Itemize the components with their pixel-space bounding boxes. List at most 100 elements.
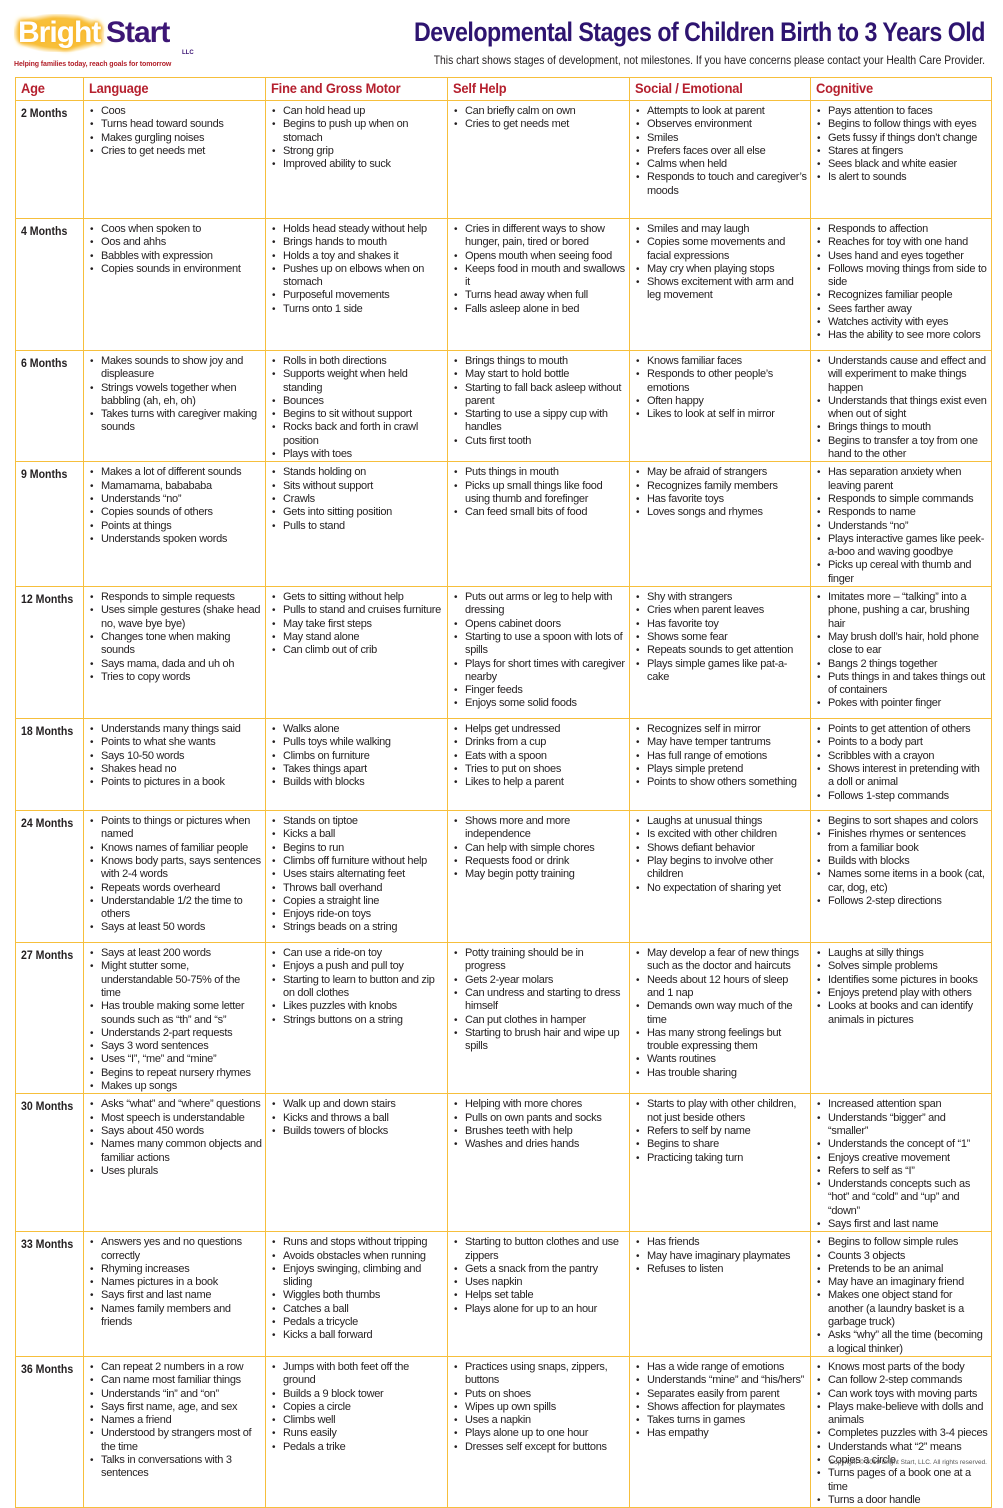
list-item: Finger feeds xyxy=(454,684,626,698)
language-cell: Responds to simple requestsUses simple g… xyxy=(83,586,266,720)
age-label: 9 Months xyxy=(21,467,68,482)
bullet-list: Can briefly calm on ownCries to get need… xyxy=(451,105,626,132)
list-item: Jumps with both feet off the ground xyxy=(272,1361,444,1388)
list-item: Puts things in and takes things out of c… xyxy=(817,671,988,698)
list-item: Turns onto 1 side xyxy=(272,303,444,317)
list-item: Holds head steady without help xyxy=(272,223,444,237)
list-item: Shows more and more independence xyxy=(454,815,626,842)
list-item: Rhyming increases xyxy=(90,1263,262,1277)
list-item: Puts on shoes xyxy=(454,1388,626,1402)
list-item: Refers to self as “I” xyxy=(817,1165,988,1179)
social-emotional-cell: Recognizes self in mirrorMay have temper… xyxy=(629,718,811,812)
age-label: 33 Months xyxy=(21,1237,74,1252)
list-item: Has full range of emotions xyxy=(636,750,807,764)
bullet-list: Imitates more – “talking” into a phone, … xyxy=(814,591,988,711)
motor-cell: Stands holding onSits without supportCra… xyxy=(265,461,448,588)
list-item: Follows 1-step commands xyxy=(817,790,988,804)
bullet-list: Walks alonePulls toys while walkingClimb… xyxy=(269,723,444,790)
list-item: Changes tone when making sounds xyxy=(90,631,262,658)
list-item: Builds a 9 block tower xyxy=(272,1388,444,1402)
list-item: Plays for short times with caregiver nea… xyxy=(454,658,626,685)
motor-cell: Jumps with both feet off the groundBuild… xyxy=(265,1355,448,1508)
list-item: Names many common objects and familiar a… xyxy=(90,1138,262,1165)
list-item: Babbles with expression xyxy=(90,250,262,264)
list-item: Gets fussy if things don’t change xyxy=(817,132,988,146)
age-cell: 2 Months xyxy=(15,100,84,219)
list-item: Understands “in” and “on” xyxy=(90,1388,262,1402)
list-item: May have temper tantrums xyxy=(636,736,807,750)
cognitive-cell: Imitates more – “talking” into a phone, … xyxy=(810,586,992,720)
list-item: Pokes with pointer finger xyxy=(817,697,988,711)
list-item: Says first and last name xyxy=(817,1218,988,1232)
list-item: Can feed small bits of food xyxy=(454,506,626,520)
language-cell: Makes a lot of different soundsMamamama,… xyxy=(83,461,266,588)
list-item: Names some items in a book (cat, car, do… xyxy=(817,868,988,895)
list-item: Understands spoken words xyxy=(90,533,262,547)
list-item: Builds towers of blocks xyxy=(272,1125,444,1139)
logo-bright-text: Bright xyxy=(14,14,105,52)
list-item: Pushes up on elbows when on stomach xyxy=(272,263,444,290)
column-header-social: Social / Emotional xyxy=(629,77,811,101)
list-item: Strings buttons on a string xyxy=(272,1014,444,1028)
social-emotional-cell: Has a wide range of emotionsUnderstands … xyxy=(629,1355,811,1508)
list-item: Gets a snack from the pantry xyxy=(454,1263,626,1277)
list-item: Crawls xyxy=(272,493,444,507)
list-item: Laughs at silly things xyxy=(817,947,988,961)
list-item: Shows interest in pretending with a doll… xyxy=(817,763,988,790)
list-item: Enjoys a push and pull toy xyxy=(272,960,444,974)
list-item: Shows excitement with arm and leg moveme… xyxy=(636,276,807,303)
list-item: Eats with a spoon xyxy=(454,750,626,764)
list-item: Shakes head no xyxy=(90,763,262,777)
motor-cell: Stands on tiptoeKicks a ballBegins to ru… xyxy=(265,810,448,944)
list-item: Tries to put on shoes xyxy=(454,763,626,777)
list-item: Puts things in mouth xyxy=(454,466,626,480)
list-item: Recognizes family members xyxy=(636,480,807,494)
table-row: 30 Months Asks “what” and “where” questio… xyxy=(15,1093,992,1233)
list-item: Climbs on furniture xyxy=(272,750,444,764)
bullet-list: Cries in different ways to show hunger, … xyxy=(451,223,626,316)
cognitive-cell: Understands cause and effect and will ex… xyxy=(810,349,992,463)
list-item: Increased attention span xyxy=(817,1098,988,1112)
list-item: Copies a straight line xyxy=(272,895,444,909)
list-item: Builds with blocks xyxy=(817,855,988,869)
list-item: Improved ability to suck xyxy=(272,158,444,172)
list-item: Watches activity with eyes xyxy=(817,316,988,330)
list-item: Can hold head up xyxy=(272,105,444,119)
motor-cell: Walks alonePulls toys while walkingClimb… xyxy=(265,718,448,812)
list-item: Strings beads on a string xyxy=(272,921,444,935)
list-item: Understands “no” xyxy=(817,520,988,534)
age-cell: 30 Months xyxy=(15,1093,84,1233)
table-body: 2 MonthsCoosTurns head toward soundsMake… xyxy=(15,100,992,1508)
list-item: Counts 3 objects xyxy=(817,1250,988,1264)
language-cell: Understands many things saidPoints to wh… xyxy=(83,718,266,812)
list-item: Helps set table xyxy=(454,1289,626,1303)
age-cell: 36 Months xyxy=(15,1355,84,1508)
list-item: May begin potty training xyxy=(454,868,626,882)
list-item: Takes turns in games xyxy=(636,1414,807,1428)
bullet-list: Gets to sitting without helpPulls to sta… xyxy=(269,591,444,658)
language-cell: Asks “what” and “where” questionsMost sp… xyxy=(83,1093,266,1233)
self-help-cell: Shows more and more independenceCan help… xyxy=(447,810,630,944)
list-item: Says at least 200 words xyxy=(90,947,262,961)
list-item: Smiles and may laugh xyxy=(636,223,807,237)
bullet-list: Laughs at silly thingsSolves simple prob… xyxy=(814,947,988,1027)
logo-start-text: Start xyxy=(106,16,170,49)
motor-cell: Rolls in both directionsSupports weight … xyxy=(265,349,448,463)
list-item: Picks up small things like food using th… xyxy=(454,480,626,507)
self-help-cell: Brings things to mouthMay start to hold … xyxy=(447,349,630,463)
list-item: Turns head toward sounds xyxy=(90,118,262,132)
bullet-list: Rolls in both directionsSupports weight … xyxy=(269,355,444,462)
list-item: Loves songs and rhymes xyxy=(636,506,807,520)
list-item: Says first and last name xyxy=(90,1289,262,1303)
list-item: Brings hands to mouth xyxy=(272,236,444,250)
list-item: Asks “why” all the time (becoming a logi… xyxy=(817,1329,988,1356)
list-item: Enjoys ride-on toys xyxy=(272,908,444,922)
list-item: Likes puzzles with knobs xyxy=(272,1000,444,1014)
bullet-list: Increased attention spanUnderstands “big… xyxy=(814,1098,988,1231)
list-item: Enjoys swinging, climbing and sliding xyxy=(272,1263,444,1290)
list-item: Refers to self by name xyxy=(636,1125,807,1139)
social-emotional-cell: May develop a fear of new things such as… xyxy=(629,942,811,1095)
age-label: 18 Months xyxy=(21,724,74,739)
list-item: Has trouble sharing xyxy=(636,1067,807,1081)
bullet-list: Starts to play with other children, not … xyxy=(633,1098,807,1165)
